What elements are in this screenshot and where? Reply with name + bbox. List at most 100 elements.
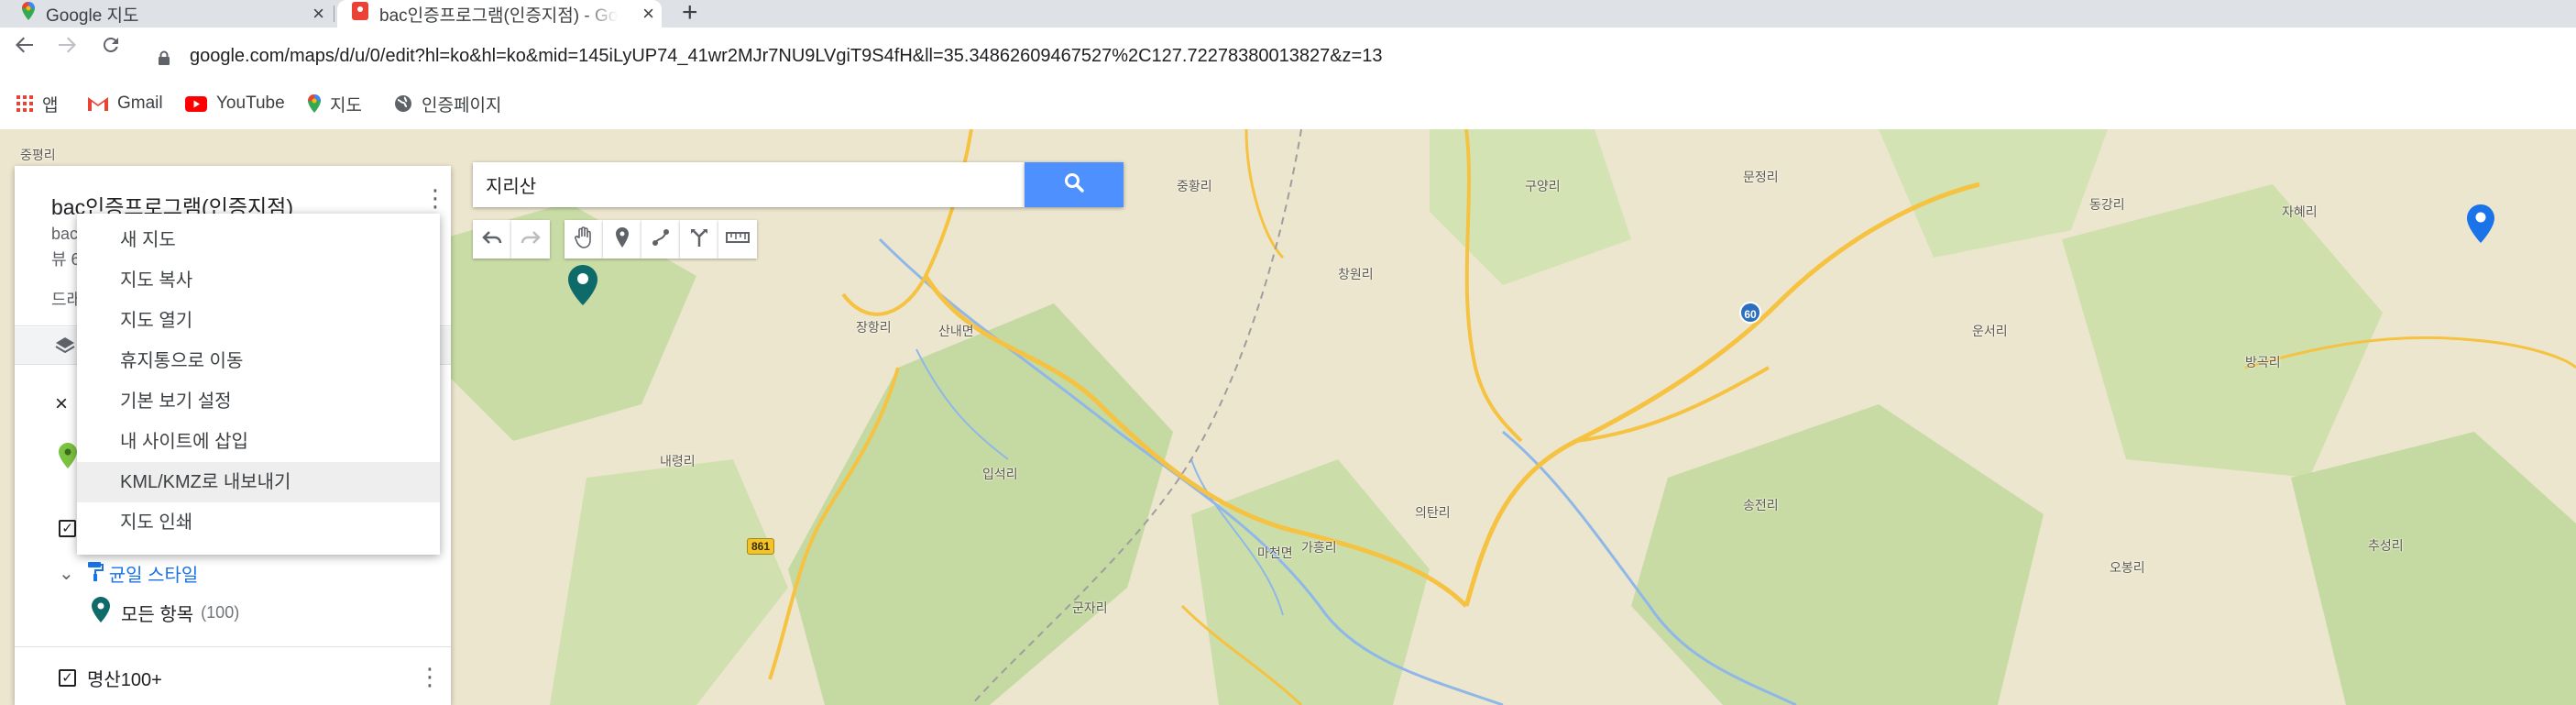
all-items-row[interactable]: 모든 항목 (100): [92, 597, 239, 628]
place-label: 구양리: [1525, 179, 1561, 193]
place-label: 창원리: [1338, 267, 1374, 281]
place-label: 추성리: [2368, 538, 2404, 553]
close-tab-icon[interactable]: ×: [312, 2, 324, 26]
place-label: 의탄리: [1415, 505, 1451, 520]
place-label: 중황리: [1177, 179, 1212, 193]
menu-item-copy-map[interactable]: 지도 복사: [77, 260, 440, 301]
place-label: 내령리: [660, 454, 696, 468]
menu-item-embed[interactable]: 내 사이트에 삽입: [77, 422, 440, 462]
map-marker-icon[interactable]: [2467, 204, 2494, 248]
tab-title: Google 지도: [46, 6, 139, 26]
layer-row-mountains[interactable]: ✓ 명산100+: [59, 665, 162, 691]
back-icon[interactable]: [15, 33, 35, 61]
close-icon[interactable]: ×: [55, 391, 68, 417]
place-label: 산내면: [938, 324, 974, 338]
layers-icon[interactable]: [55, 336, 75, 359]
history-toolbar: [473, 220, 550, 259]
reload-icon[interactable]: [101, 33, 121, 61]
address-bar[interactable]: google.com/maps/d/u/0/edit?hl=ko&hl=ko&m…: [190, 46, 1382, 67]
map-edit-toolbar: [565, 220, 757, 259]
google-maps-pin-icon: [22, 2, 35, 26]
uniform-style-link[interactable]: 균일 스타일: [109, 560, 199, 587]
tab-google-maps[interactable]: Google 지도 ×: [0, 0, 332, 28]
menu-item-set-default-view[interactable]: 기본 보기 설정: [77, 381, 440, 422]
place-label: 문정리: [1743, 170, 1779, 184]
map-options-menu: 새 지도 지도 복사 지도 열기 휴지통으로 이동 기본 보기 설정 내 사이트…: [77, 214, 440, 555]
search-icon: [1064, 172, 1084, 197]
marker-icon: [616, 226, 629, 252]
place-label: 자혜리: [2282, 204, 2318, 219]
place-label: 방곡리: [2245, 355, 2281, 369]
place-label: 동강리: [2089, 197, 2125, 212]
map-search-box[interactable]: [473, 162, 1025, 207]
menu-item-open-map[interactable]: 지도 열기: [77, 301, 440, 341]
maps-pin-icon: [308, 94, 321, 113]
undo-button[interactable]: [473, 220, 511, 259]
place-label: 오봉리: [2110, 560, 2145, 575]
place-label: 송전리: [1743, 498, 1779, 512]
hand-icon: [575, 226, 593, 253]
chevron-down-icon[interactable]: ⌄: [59, 562, 74, 585]
close-tab-icon[interactable]: ×: [642, 2, 654, 26]
all-items-label: 모든 항목: [121, 604, 194, 625]
layer-checkbox[interactable]: ✓: [59, 669, 76, 687]
teal-marker-icon: [92, 597, 110, 628]
lock-icon[interactable]: [158, 50, 170, 65]
layer-checkbox[interactable]: ✓: [59, 520, 76, 537]
place-label: 마천면: [1257, 545, 1293, 560]
draw-line-button[interactable]: [641, 220, 680, 259]
bookmark-auth-page[interactable]: 인증페이지: [394, 90, 501, 117]
bookmark-label: 인증페이지: [422, 95, 502, 116]
menu-item-print-map[interactable]: 지도 인쇄: [77, 502, 440, 543]
layer-style-row[interactable]: ⌄ 균일 스타일: [59, 560, 198, 587]
place-label: 운서리: [1972, 324, 2008, 338]
panel-divider: [15, 646, 451, 647]
draw-line-icon: [651, 227, 671, 252]
place-label: 가흥리: [1301, 540, 1337, 555]
add-directions-button[interactable]: [680, 220, 718, 259]
paint-roller-icon: [87, 561, 104, 587]
bookmark-label: 지도: [330, 95, 362, 116]
search-button[interactable]: [1025, 162, 1124, 207]
gmail-icon: [88, 96, 108, 111]
road-shield-60: 60: [1739, 302, 1761, 324]
map-views: 뷰 6: [51, 250, 81, 269]
bookmark-apps[interactable]: 앱: [16, 90, 58, 117]
bookmark-label: Gmail: [117, 94, 163, 113]
menu-item-export-kml[interactable]: KML/KMZ로 내보내기: [77, 462, 440, 502]
menu-item-new-map[interactable]: 새 지도: [77, 220, 440, 260]
bookmarks-bar: 앱 Gmail YouTube 지도 인증페이지: [0, 90, 2576, 117]
directions-icon: [689, 227, 709, 252]
tab-strip: Google 지도 × bac인증프로그램(인증지점) - Go × +: [0, 0, 2576, 28]
layer-options-icon[interactable]: ⋮: [418, 665, 442, 688]
place-label: 입석리: [982, 467, 1018, 481]
youtube-icon: [185, 95, 207, 112]
all-items-count: (100): [201, 602, 240, 622]
place-label: 장항리: [856, 320, 892, 335]
map-description: bac: [51, 225, 79, 243]
bookmark-label: 앱: [42, 95, 59, 116]
layer-title[interactable]: 명산100+: [87, 665, 162, 691]
bookmark-gmail[interactable]: Gmail: [88, 90, 163, 117]
menu-item-move-to-trash[interactable]: 휴지통으로 이동: [77, 341, 440, 381]
tab-my-maps[interactable]: bac인증프로그램(인증지점) - Go ×: [337, 0, 662, 28]
green-marker-icon: [59, 443, 77, 473]
place-label: 군자리: [1072, 600, 1108, 615]
bookmark-maps[interactable]: 지도: [308, 90, 362, 117]
add-marker-button[interactable]: [603, 220, 641, 259]
new-tab-button[interactable]: +: [682, 0, 698, 28]
map-marker-icon[interactable]: [568, 265, 597, 310]
redo-button[interactable]: [511, 220, 550, 259]
select-tool-button[interactable]: [565, 220, 603, 259]
my-maps-icon: [352, 2, 368, 26]
bookmark-youtube[interactable]: YouTube: [185, 90, 285, 117]
globe-icon: [394, 94, 412, 113]
redo-icon: [521, 230, 541, 249]
measure-button[interactable]: [718, 220, 757, 259]
forward-icon[interactable]: [57, 33, 77, 61]
place-label: 중평리: [20, 148, 56, 162]
apps-grid-icon: [16, 95, 33, 112]
map-search-input[interactable]: [486, 162, 999, 207]
tab-title: bac인증프로그램(인증지점) - Go: [379, 6, 618, 26]
map-options-icon[interactable]: ⋮: [423, 186, 447, 210]
